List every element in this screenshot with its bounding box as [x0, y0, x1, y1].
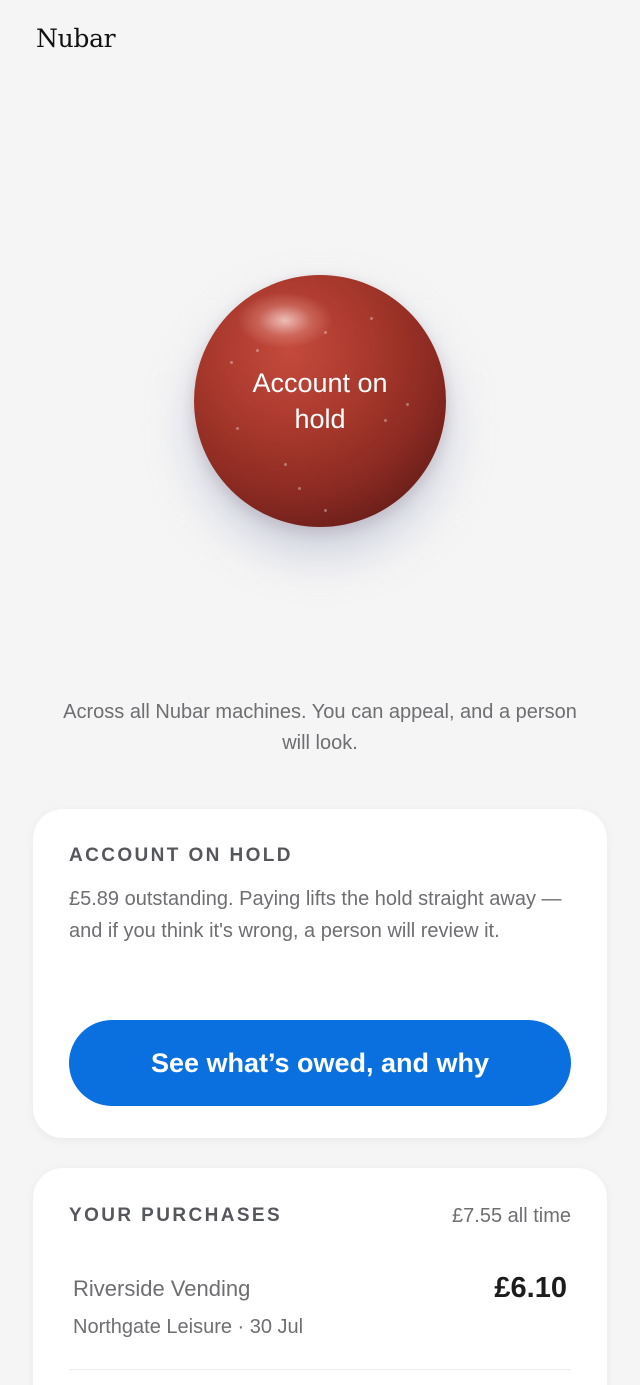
- orb-speck: [256, 349, 259, 352]
- brand-logo: Nubar: [36, 24, 116, 53]
- purchase-merchant: Riverside Vending: [73, 1276, 251, 1301]
- see-whats-owed-button[interactable]: See what’s owed, and why: [69, 1020, 571, 1106]
- orb-speck: [298, 487, 301, 490]
- hold-card-heading: ACCOUNT ON HOLD: [69, 845, 293, 866]
- status-tagline: Across all Nubar machines. You can appea…: [63, 701, 577, 754]
- purchase-row[interactable]: Riverside Vending Northgate Leisure · 30…: [69, 1268, 571, 1370]
- purchases-card: YOUR PURCHASES £7.55 all time Riverside …: [33, 1168, 607, 1385]
- orb-speck: [370, 317, 373, 320]
- purchase-amount: £6.10: [494, 1272, 567, 1304]
- status-orb-label: Account on hold: [252, 368, 388, 434]
- status-orb: Account on hold: [194, 275, 446, 527]
- hold-card-body: £5.89 outstanding. Paying lifts the hold…: [69, 888, 562, 942]
- purchases-card-heading: YOUR PURCHASES: [69, 1205, 283, 1226]
- account-hold-card: ACCOUNT ON HOLD £5.89 outstanding. Payin…: [33, 809, 607, 1138]
- purchase-location-date: Northgate Leisure · 30 Jul: [73, 1316, 304, 1338]
- app-screen: Nubar Account on hold Across all Nubar m…: [0, 0, 640, 1385]
- orb-speck: [324, 509, 327, 512]
- orb-speck: [230, 361, 233, 364]
- orb-speck: [324, 331, 327, 334]
- purchases-total: £7.55 all time: [452, 1205, 571, 1227]
- orb-speck: [284, 463, 287, 466]
